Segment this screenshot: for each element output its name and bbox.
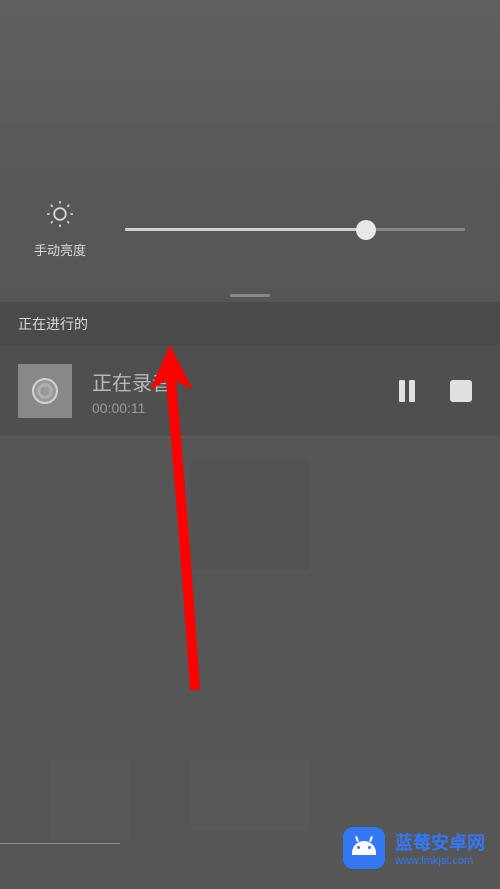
background-ghost: [50, 760, 130, 840]
watermark: 蓝莓安卓网 www.lmkjst.com: [343, 827, 485, 869]
slider-fill: [125, 228, 366, 231]
notification-content: 正在录音 00:00:11: [92, 367, 399, 416]
recording-notification[interactable]: 正在录音 00:00:11: [0, 346, 500, 437]
watermark-text: 蓝莓安卓网 www.lmkjst.com: [395, 829, 485, 867]
drag-handle[interactable]: [230, 294, 270, 297]
slider-track: [125, 228, 465, 231]
stop-button[interactable]: [450, 380, 472, 402]
brightness-label: 手动亮度: [34, 240, 86, 259]
background-ghost: [190, 760, 310, 830]
watermark-title: 蓝莓安卓网: [395, 829, 485, 855]
background-ghost: [190, 460, 310, 570]
ongoing-section-header: 正在进行的: [0, 302, 500, 346]
brightness-slider[interactable]: [125, 220, 465, 240]
recording-elapsed-time: 00:00:11: [92, 400, 399, 416]
microphone-icon: [32, 378, 58, 404]
watermark-url: www.lmkjst.com: [395, 855, 485, 867]
recorder-app-icon: [18, 364, 72, 418]
pause-button[interactable]: [399, 380, 415, 402]
brightness-icon: [46, 200, 74, 228]
watermark-logo-icon: [343, 827, 385, 869]
slider-thumb[interactable]: [356, 220, 376, 240]
notification-controls: [399, 380, 472, 402]
pause-icon: [409, 380, 415, 402]
top-blank-area: [0, 0, 500, 185]
brightness-toggle[interactable]: 手动亮度: [25, 200, 95, 259]
brightness-control-row: 手动亮度: [0, 185, 500, 289]
notification-title: 正在录音: [92, 367, 399, 396]
bottom-divider: [0, 843, 120, 844]
pause-icon: [399, 380, 405, 402]
